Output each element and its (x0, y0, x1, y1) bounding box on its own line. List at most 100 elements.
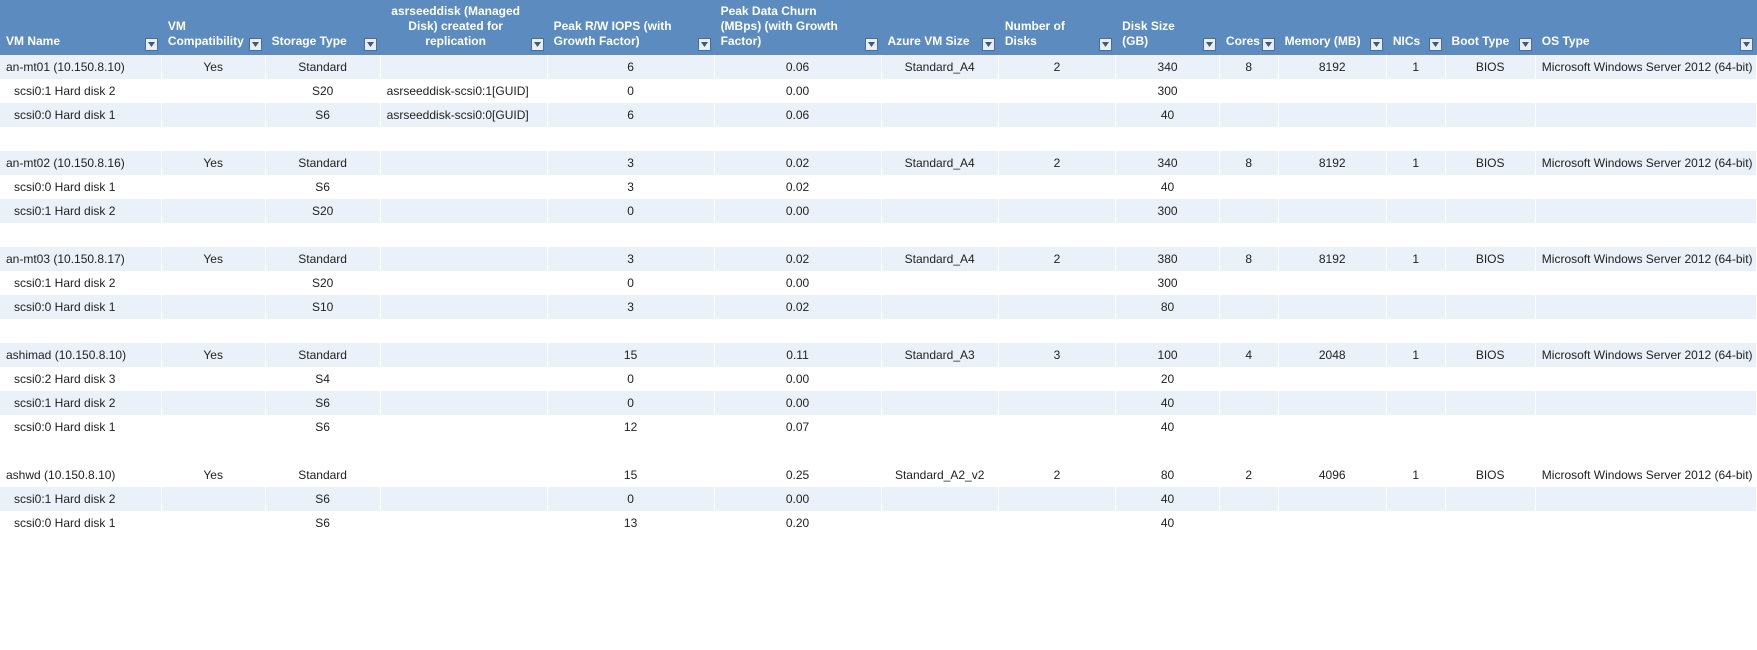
cell-cores (1219, 367, 1278, 391)
cell-memory (1278, 487, 1386, 511)
cell-azure_size: Standard_A4 (881, 55, 998, 79)
filter-button-peak_churn[interactable] (865, 38, 878, 51)
col-header-cores[interactable]: Cores (1219, 0, 1278, 55)
cell-disk_size: 40 (1116, 487, 1220, 511)
col-header-peak_iops[interactable]: Peak R/W IOPS (with Growth Factor) (547, 0, 714, 55)
filter-button-boot_type[interactable] (1519, 38, 1532, 51)
table-row[interactable]: scsi0:1 Hard disk 2S2000.00300 (0, 271, 1757, 295)
cell-asrseeddisk (380, 151, 547, 175)
col-header-label: Peak R/W IOPS (with Growth Factor) (554, 19, 708, 49)
cell-num_disks: 2 (998, 247, 1115, 271)
cell-os_type: Microsoft Windows Server 2012 (64-bit) (1535, 247, 1756, 271)
cell-compat (161, 415, 265, 439)
cell-peak_churn: 0.02 (714, 175, 881, 199)
col-header-label: Peak Data Churn (MBps) (with Growth Fact… (721, 4, 875, 49)
table-row[interactable]: scsi0:2 Hard disk 3S400.0020 (0, 367, 1757, 391)
cell-cores (1219, 271, 1278, 295)
col-header-disk_size[interactable]: Disk Size (GB) (1116, 0, 1220, 55)
col-header-asrseeddisk[interactable]: asrseeddisk (Managed Disk) created for r… (380, 0, 547, 55)
table-row[interactable]: ashimad (10.150.8.10)YesStandard150.11St… (0, 343, 1757, 367)
filter-button-os_type[interactable] (1740, 38, 1753, 51)
table-row[interactable]: ashwd (10.150.8.10)YesStandard150.25Stan… (0, 463, 1757, 487)
cell-disk_size: 340 (1116, 55, 1220, 79)
gap-row (0, 223, 1757, 247)
cell-cores (1219, 175, 1278, 199)
cell-os_type (1535, 391, 1756, 415)
col-header-label: Azure VM Size (888, 34, 992, 49)
filter-button-num_disks[interactable] (1099, 38, 1112, 51)
filter-button-peak_iops[interactable] (698, 38, 711, 51)
col-header-num_disks[interactable]: Number of Disks (998, 0, 1115, 55)
cell-peak_iops: 3 (547, 151, 714, 175)
cell-nics: 1 (1386, 343, 1445, 367)
cell-vm_name: scsi0:1 Hard disk 2 (0, 199, 161, 223)
cell-memory (1278, 103, 1386, 127)
cell-azure_size: Standard_A2_v2 (881, 463, 998, 487)
cell-compat: Yes (161, 55, 265, 79)
cell-peak_iops: 15 (547, 463, 714, 487)
col-header-azure_size[interactable]: Azure VM Size (881, 0, 998, 55)
cell-asrseeddisk: asrseeddisk-scsi0:1[GUID] (380, 79, 547, 103)
cell-os_type (1535, 295, 1756, 319)
table-row[interactable]: scsi0:1 Hard disk 2S20asrseeddisk-scsi0:… (0, 79, 1757, 103)
cell-vm_name: scsi0:0 Hard disk 1 (0, 511, 161, 535)
cell-asrseeddisk (380, 295, 547, 319)
cell-peak_iops: 0 (547, 199, 714, 223)
cell-cores: 8 (1219, 247, 1278, 271)
table-row[interactable]: scsi0:0 Hard disk 1S6asrseeddisk-scsi0:0… (0, 103, 1757, 127)
cell-vm_name: scsi0:1 Hard disk 2 (0, 487, 161, 511)
table-row[interactable]: scsi0:0 Hard disk 1S630.0240 (0, 175, 1757, 199)
table-row[interactable]: an-mt02 (10.150.8.16)YesStandard30.02Sta… (0, 151, 1757, 175)
cell-storage_type: S6 (265, 391, 380, 415)
table-row[interactable]: an-mt01 (10.150.8.10)YesStandard60.06Sta… (0, 55, 1757, 79)
cell-os_type (1535, 367, 1756, 391)
col-header-storage_type[interactable]: Storage Type (265, 0, 380, 55)
cell-asrseeddisk (380, 487, 547, 511)
cell-boot_type (1445, 175, 1535, 199)
cell-boot_type (1445, 103, 1535, 127)
col-header-vm_name[interactable]: VM Name (0, 0, 161, 55)
cell-compat: Yes (161, 247, 265, 271)
table-row[interactable]: scsi0:1 Hard disk 2S2000.00300 (0, 199, 1757, 223)
cell-peak_churn: 0.02 (714, 151, 881, 175)
filter-button-nics[interactable] (1429, 38, 1442, 51)
filter-button-cores[interactable] (1262, 38, 1275, 51)
cell-boot_type: BIOS (1445, 343, 1535, 367)
col-header-label: VM Compatibility (168, 19, 259, 49)
cell-boot_type (1445, 199, 1535, 223)
table-row[interactable]: scsi0:1 Hard disk 2S600.0040 (0, 391, 1757, 415)
cell-nics: 1 (1386, 151, 1445, 175)
cell-compat (161, 367, 265, 391)
filter-button-memory[interactable] (1370, 38, 1383, 51)
cell-nics: 1 (1386, 247, 1445, 271)
filter-button-compat[interactable] (249, 38, 262, 51)
filter-button-azure_size[interactable] (982, 38, 995, 51)
col-header-label: Memory (MB) (1285, 34, 1380, 49)
filter-button-storage_type[interactable] (364, 38, 377, 51)
filter-button-vm_name[interactable] (145, 38, 158, 51)
cell-peak_iops: 6 (547, 55, 714, 79)
gap-row (0, 319, 1757, 343)
col-header-nics[interactable]: NICs (1386, 0, 1445, 55)
table-row[interactable]: an-mt03 (10.150.8.17)YesStandard30.02Sta… (0, 247, 1757, 271)
table-row[interactable]: scsi0:0 Hard disk 1S6130.2040 (0, 511, 1757, 535)
cell-vm_name: scsi0:2 Hard disk 3 (0, 367, 161, 391)
cell-storage_type: S6 (265, 511, 380, 535)
cell-os_type: Microsoft Windows Server 2012 (64-bit) (1535, 463, 1756, 487)
table-row[interactable]: scsi0:0 Hard disk 1S1030.0280 (0, 295, 1757, 319)
table-row[interactable]: scsi0:1 Hard disk 2S600.0040 (0, 487, 1757, 511)
cell-peak_churn: 0.00 (714, 367, 881, 391)
cell-cores (1219, 199, 1278, 223)
col-header-os_type[interactable]: OS Type (1535, 0, 1756, 55)
col-header-compat[interactable]: VM Compatibility (161, 0, 265, 55)
filter-button-asrseeddisk[interactable] (531, 38, 544, 51)
table-row[interactable]: scsi0:0 Hard disk 1S6120.0740 (0, 415, 1757, 439)
col-header-boot_type[interactable]: Boot Type (1445, 0, 1535, 55)
cell-disk_size: 300 (1116, 79, 1220, 103)
col-header-memory[interactable]: Memory (MB) (1278, 0, 1386, 55)
col-header-peak_churn[interactable]: Peak Data Churn (MBps) (with Growth Fact… (714, 0, 881, 55)
cell-cores (1219, 511, 1278, 535)
cell-peak_iops: 13 (547, 511, 714, 535)
filter-button-disk_size[interactable] (1203, 38, 1216, 51)
cell-azure_size (881, 199, 998, 223)
